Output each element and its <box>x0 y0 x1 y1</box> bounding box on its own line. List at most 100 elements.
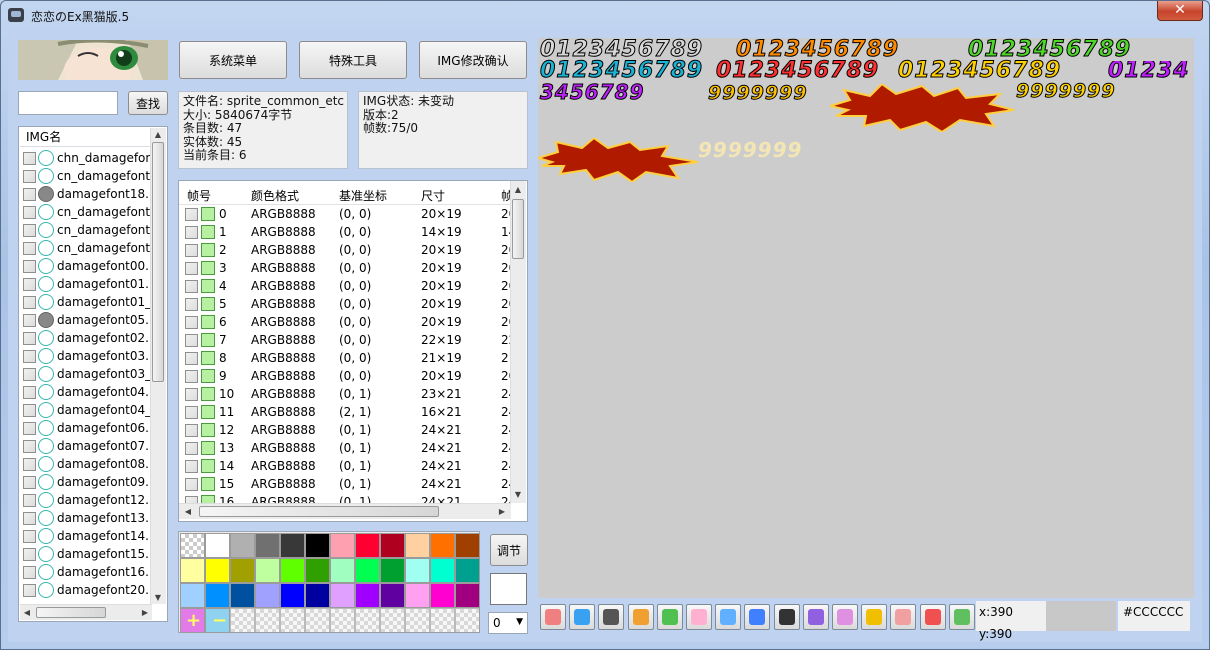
palette-tool-icon[interactable] <box>569 604 596 630</box>
camera-tool-icon[interactable] <box>656 604 683 630</box>
color-swatch[interactable] <box>180 558 205 583</box>
checkbox[interactable] <box>23 367 36 381</box>
scroll-up-icon[interactable]: ▲ <box>151 130 165 139</box>
list-item[interactable]: cn_damagefont0 <box>23 167 151 185</box>
list-item[interactable]: damagefont09.in <box>23 473 151 491</box>
color-swatch[interactable] <box>430 583 455 608</box>
list-item[interactable]: damagefont05.in <box>23 311 151 329</box>
color-swatch[interactable] <box>330 558 355 583</box>
color-swatch[interactable] <box>455 533 480 558</box>
table-row[interactable]: 15ARGB8888(0, 1)24×2124 <box>183 475 511 493</box>
checkbox[interactable] <box>185 370 198 383</box>
checkbox[interactable] <box>23 583 36 597</box>
film-tool-icon[interactable] <box>598 604 625 630</box>
table-row[interactable]: 10ARGB8888(0, 1)23×2124 <box>183 385 511 403</box>
table-row[interactable]: 5ARGB8888(0, 0)20×1920 <box>183 295 511 313</box>
checkbox[interactable] <box>185 352 198 365</box>
checkbox[interactable] <box>23 475 36 489</box>
scroll-thumb[interactable] <box>512 199 524 259</box>
checkbox[interactable] <box>185 406 198 419</box>
paw-tool-icon[interactable] <box>686 604 712 630</box>
color-swatch[interactable] <box>305 533 330 558</box>
img-list-vscroll[interactable]: ▲ ▼ <box>150 128 166 604</box>
checkbox[interactable] <box>23 493 36 507</box>
img-list-hscroll[interactable]: ◀ ▶ <box>20 604 152 620</box>
crop-icon[interactable] <box>773 604 800 630</box>
list-item[interactable]: damagefont03_v <box>23 365 151 383</box>
checkbox[interactable] <box>23 439 36 453</box>
list-item[interactable]: cn_damagefont0 <box>23 239 151 257</box>
checkbox[interactable] <box>185 280 198 293</box>
list-item[interactable]: cn_damagefont0 <box>23 203 151 221</box>
list-item[interactable]: damagefont02.in <box>23 329 151 347</box>
color-swatch[interactable] <box>305 558 330 583</box>
empty-swatch[interactable] <box>255 608 280 633</box>
list-item[interactable]: damagefont07.in <box>23 437 151 455</box>
frame-table-vscroll[interactable]: ▲ ▼ <box>510 181 526 503</box>
palette-select[interactable]: 0 ▼ <box>488 612 528 634</box>
col-size[interactable]: 尺寸 <box>421 187 445 204</box>
list-item[interactable]: damagefont04_r <box>23 401 151 419</box>
checkbox[interactable] <box>23 313 36 327</box>
checkbox[interactable] <box>23 457 36 471</box>
table-row[interactable]: 14ARGB8888(0, 1)24×2124 <box>183 457 511 475</box>
list-item[interactable]: damagefont13.in <box>23 509 151 527</box>
list-item[interactable]: damagefont03.in <box>23 347 151 365</box>
list-item[interactable]: damagefont12.in <box>23 491 151 509</box>
table-row[interactable]: 9ARGB8888(0, 0)20×1920 <box>183 367 511 385</box>
color-swatch[interactable] <box>380 583 405 608</box>
pen-icon[interactable] <box>802 604 829 630</box>
checkbox[interactable] <box>185 460 198 473</box>
hscroll-thumb[interactable] <box>36 607 106 618</box>
scroll-right-icon[interactable]: ▶ <box>495 507 509 516</box>
list-item[interactable]: damagefont20.in <box>23 581 151 599</box>
checkbox[interactable] <box>185 388 198 401</box>
scroll-left-icon[interactable]: ◀ <box>181 507 195 516</box>
zoom-icon[interactable] <box>715 604 742 630</box>
checkbox[interactable] <box>23 349 36 363</box>
empty-swatch[interactable] <box>405 608 430 633</box>
table-row[interactable]: 11ARGB8888(2, 1)16×2124 <box>183 403 511 421</box>
scroll-left-icon[interactable]: ◀ <box>20 608 34 617</box>
list-item[interactable]: cn_damagefont0 <box>23 221 151 239</box>
checkbox[interactable] <box>23 385 36 399</box>
color-swatch[interactable] <box>255 533 280 558</box>
table-row[interactable]: 4ARGB8888(0, 0)20×1920 <box>183 277 511 295</box>
table-row[interactable]: 12ARGB8888(0, 1)24×2124 <box>183 421 511 439</box>
color-swatch[interactable] <box>380 533 405 558</box>
checkbox[interactable] <box>23 565 36 579</box>
checkbox[interactable] <box>23 529 36 543</box>
checkbox[interactable] <box>23 241 36 255</box>
list-item[interactable]: damagefont14.in <box>23 527 151 545</box>
system-menu-button[interactable]: 系统菜单 <box>179 41 287 79</box>
checkbox[interactable] <box>185 208 198 221</box>
checkbox[interactable] <box>23 169 36 183</box>
checkbox[interactable] <box>23 547 36 561</box>
layout-tool-icon[interactable] <box>540 604 566 630</box>
col-frame-id[interactable]: 帧号 <box>187 187 211 204</box>
special-tools-button[interactable]: 特殊工具 <box>299 41 407 79</box>
color-swatch[interactable] <box>330 533 355 558</box>
empty-swatch[interactable] <box>230 608 255 633</box>
empty-swatch[interactable] <box>355 608 380 633</box>
color-swatch[interactable] <box>430 558 455 583</box>
checkbox[interactable] <box>185 244 198 257</box>
list-item[interactable]: damagefont18.in <box>23 185 151 203</box>
color-swatch[interactable] <box>405 558 430 583</box>
checkbox[interactable] <box>23 403 36 417</box>
color-swatch[interactable] <box>430 533 455 558</box>
list-item[interactable]: damagefont01_b <box>23 293 151 311</box>
col-base-coord[interactable]: 基准坐标 <box>339 187 387 204</box>
fill-tag-icon[interactable] <box>948 604 975 630</box>
checkbox[interactable] <box>185 262 198 275</box>
checkbox[interactable] <box>185 316 198 329</box>
checkbox[interactable] <box>185 424 198 437</box>
checkbox[interactable] <box>23 205 36 219</box>
close-button[interactable]: ✕ <box>1157 1 1203 21</box>
list-item[interactable]: damagefont16.in <box>23 563 151 581</box>
list-item[interactable]: damagefont08.in <box>23 455 151 473</box>
table-row[interactable]: 6ARGB8888(0, 0)20×1920 <box>183 313 511 331</box>
color-swatch[interactable] <box>180 583 205 608</box>
color-swatch[interactable] <box>205 583 230 608</box>
color-swatch[interactable] <box>330 583 355 608</box>
